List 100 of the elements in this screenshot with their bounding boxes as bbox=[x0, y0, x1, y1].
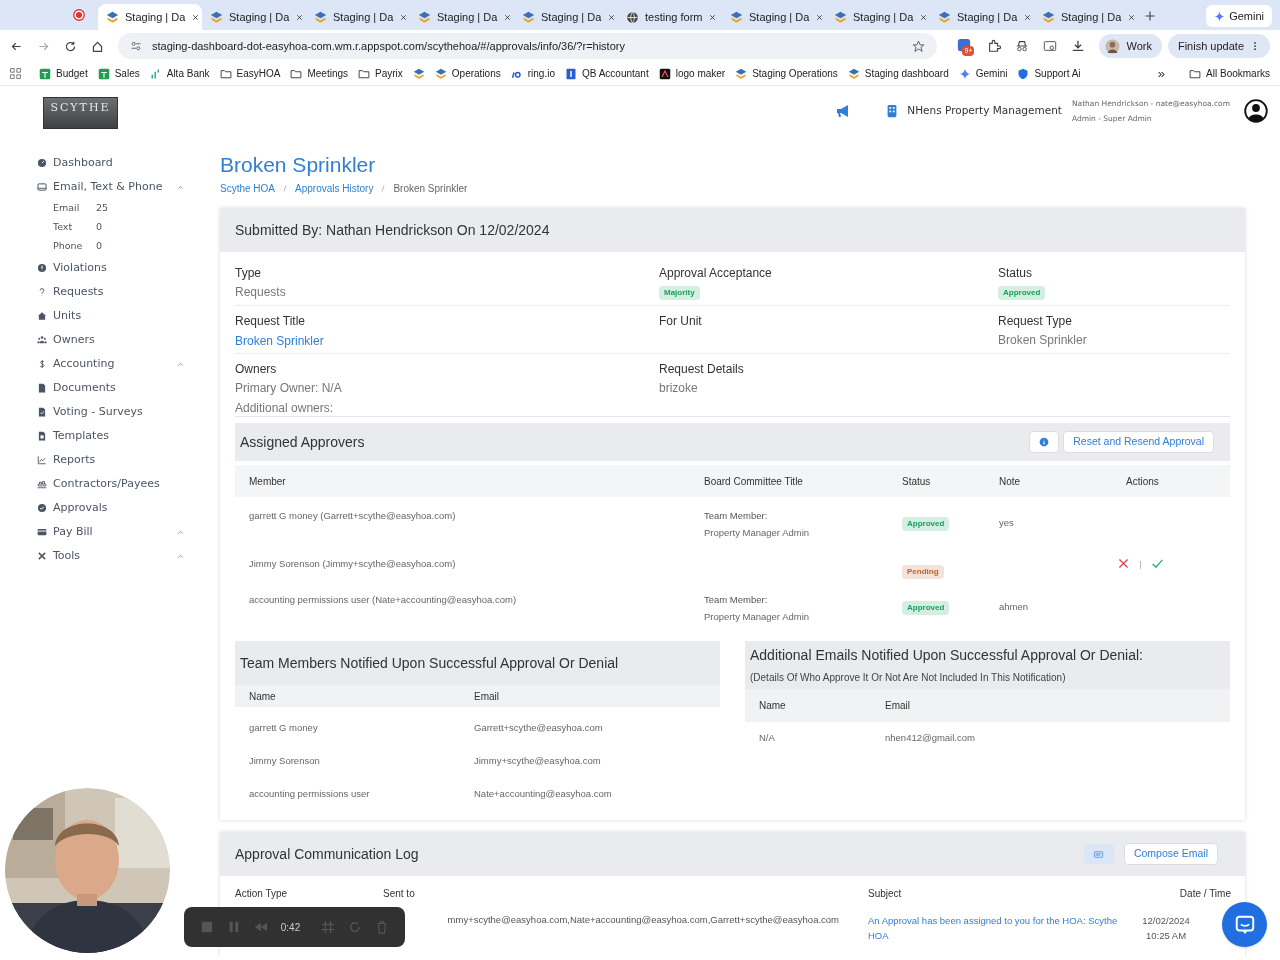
bookmark[interactable]: Alta Bank bbox=[149, 66, 210, 81]
apps-icon[interactable] bbox=[10, 68, 21, 79]
column-header: Actions bbox=[1126, 474, 1160, 489]
gemini-button[interactable]: Gemini bbox=[1206, 5, 1272, 27]
compose-email-button[interactable]: Compose Email bbox=[1123, 843, 1218, 865]
close-icon[interactable] bbox=[295, 12, 305, 22]
download-icon[interactable] bbox=[1071, 39, 1086, 53]
bookmark[interactable]: Staging Operations bbox=[735, 66, 838, 81]
recording-icon[interactable] bbox=[72, 8, 86, 22]
close-icon[interactable] bbox=[191, 12, 201, 22]
bookmark[interactable]: QB Accountant bbox=[565, 66, 649, 81]
puzzle-icon[interactable] bbox=[987, 39, 1002, 53]
close-icon[interactable] bbox=[815, 12, 825, 22]
sidebar-item[interactable]: Dashboard bbox=[37, 154, 113, 172]
sidebar-item[interactable]: Tools bbox=[37, 547, 81, 565]
bookmark[interactable]: Meetings bbox=[290, 66, 348, 81]
logo-icon bbox=[658, 67, 671, 80]
bookmark[interactable]: Support Ai bbox=[1017, 66, 1081, 81]
people-icon bbox=[37, 335, 47, 345]
bookmark[interactable]: ring.io bbox=[510, 66, 555, 81]
sidebar-item[interactable]: Violations bbox=[37, 259, 107, 277]
browser-tab[interactable]: testing form bbox=[618, 4, 722, 30]
close-icon[interactable] bbox=[1023, 12, 1033, 22]
table-cell: yes bbox=[999, 517, 1014, 528]
home-icon[interactable] bbox=[91, 39, 104, 53]
close-icon[interactable] bbox=[1127, 12, 1137, 22]
bookmark[interactable]: Sales bbox=[97, 66, 140, 81]
sidebar-item[interactable]: Text bbox=[53, 220, 96, 235]
bookmark[interactable]: Budget bbox=[39, 66, 88, 81]
site-icon[interactable] bbox=[412, 67, 425, 80]
check-circle-icon bbox=[37, 503, 47, 513]
browser-tab[interactable]: Staging | Da bbox=[826, 4, 930, 30]
organization-name[interactable]: NHens Property Management bbox=[907, 103, 1062, 119]
sidebar-item[interactable]: Voting - Surveys bbox=[37, 403, 143, 421]
reject-icon[interactable] bbox=[1117, 557, 1130, 570]
sidebar-item[interactable]: Accounting bbox=[37, 355, 115, 373]
count: 25 bbox=[96, 201, 109, 216]
incognito-icon[interactable] bbox=[1015, 39, 1030, 53]
sidebar-item[interactable]: Email, Text & Phone bbox=[37, 178, 163, 196]
breadcrumb-link[interactable]: Scythe HOA bbox=[220, 181, 276, 196]
site-icon bbox=[434, 67, 447, 80]
address-bar[interactable]: staging-dashboard-dot-easyhoa-com.wm.r.appspot.com/scythehoa/#/approvals/info/36/?r=history bbox=[118, 33, 938, 59]
site-icon bbox=[735, 67, 748, 80]
sidebar-item[interactable]: Units bbox=[37, 307, 82, 325]
sidebar-item[interactable]: Phone bbox=[53, 239, 96, 254]
browser-tab[interactable]: Staging | Da bbox=[514, 4, 618, 30]
browser-tab[interactable]: Staging | Da bbox=[98, 4, 202, 30]
close-icon[interactable] bbox=[607, 12, 617, 22]
browser-tab[interactable]: Staging | Da bbox=[202, 4, 306, 30]
browser-tab[interactable]: Staging | Da bbox=[1034, 4, 1138, 30]
bookmark[interactable]: logo maker bbox=[658, 66, 726, 81]
close-icon[interactable] bbox=[399, 12, 409, 22]
sidebar-item[interactable]: Reports bbox=[37, 451, 96, 469]
close-icon[interactable] bbox=[503, 12, 513, 22]
browser-tab[interactable]: Staging | Da bbox=[410, 4, 514, 30]
finish-update-button[interactable]: Finish update bbox=[1167, 34, 1270, 58]
table-cell-text: Jimmy Sorenson (Jimmy+scythe@easyhoa.com) bbox=[249, 557, 457, 571]
sidebar-item[interactable]: Templates bbox=[37, 427, 109, 445]
field-label: Request Details bbox=[659, 362, 745, 377]
profile-button[interactable]: Work bbox=[1099, 34, 1162, 58]
approve-icon[interactable] bbox=[1151, 557, 1164, 570]
bookmark[interactable]: Payrix bbox=[358, 66, 403, 81]
browser-tab[interactable]: Staging | Da bbox=[930, 4, 1034, 30]
avatar-icon[interactable] bbox=[1244, 99, 1268, 123]
restart-icon[interactable] bbox=[348, 920, 363, 934]
info-button[interactable] bbox=[1029, 431, 1060, 453]
sidebar-item[interactable]: Approvals bbox=[37, 499, 108, 517]
field-value: brizoke bbox=[659, 380, 699, 397]
close-icon[interactable] bbox=[919, 12, 929, 22]
bookmark[interactable]: EasyHOA bbox=[219, 66, 281, 81]
sidebar-item[interactable]: Contractors/Payees bbox=[37, 475, 160, 493]
request-title-link[interactable]: Broken Sprinkler bbox=[235, 332, 659, 350]
sparkle-icon bbox=[1214, 10, 1226, 22]
sidebar-item[interactable]: Email bbox=[53, 201, 96, 216]
column-header: Date / Time bbox=[1178, 886, 1231, 901]
close-icon[interactable] bbox=[708, 12, 718, 22]
star-icon[interactable] bbox=[912, 39, 926, 53]
subject-link[interactable]: An Approval has been assigned to you for the HOA: Scythe HOA bbox=[868, 913, 1118, 943]
sidebar-item[interactable]: Pay Bill bbox=[37, 523, 93, 541]
sidebar-item[interactable]: Owners bbox=[37, 331, 95, 349]
reset-resend-button[interactable]: Reset and Resend Approval bbox=[1063, 431, 1214, 453]
sheet-icon bbox=[97, 67, 110, 80]
breadcrumb-link[interactable]: Approvals History bbox=[295, 181, 374, 196]
table-cell-text: nhen412@gmail.com bbox=[885, 731, 976, 746]
bookmark[interactable]: Staging dashboard bbox=[847, 66, 949, 81]
browser-tab[interactable]: Staging | Da bbox=[306, 4, 410, 30]
search-icon[interactable] bbox=[1043, 39, 1058, 53]
more-bookmarks-icon[interactable]: » bbox=[1157, 63, 1166, 84]
site-settings-icon[interactable] bbox=[130, 40, 142, 52]
bookmark[interactable]: Gemini bbox=[958, 66, 1008, 81]
sidebar-item[interactable]: Requests bbox=[37, 283, 104, 301]
bookmark[interactable]: All Bookmarks bbox=[1189, 66, 1270, 81]
sidebar-item[interactable]: Documents bbox=[37, 379, 116, 397]
new-tab-icon[interactable] bbox=[1144, 10, 1156, 22]
site-icon bbox=[847, 67, 860, 80]
reload-icon[interactable] bbox=[64, 39, 77, 53]
bookmark[interactable]: Operations bbox=[434, 66, 501, 81]
browser-tab[interactable]: Staging | Da bbox=[722, 4, 826, 30]
document-icon bbox=[37, 383, 47, 393]
tools-icon bbox=[37, 551, 47, 561]
